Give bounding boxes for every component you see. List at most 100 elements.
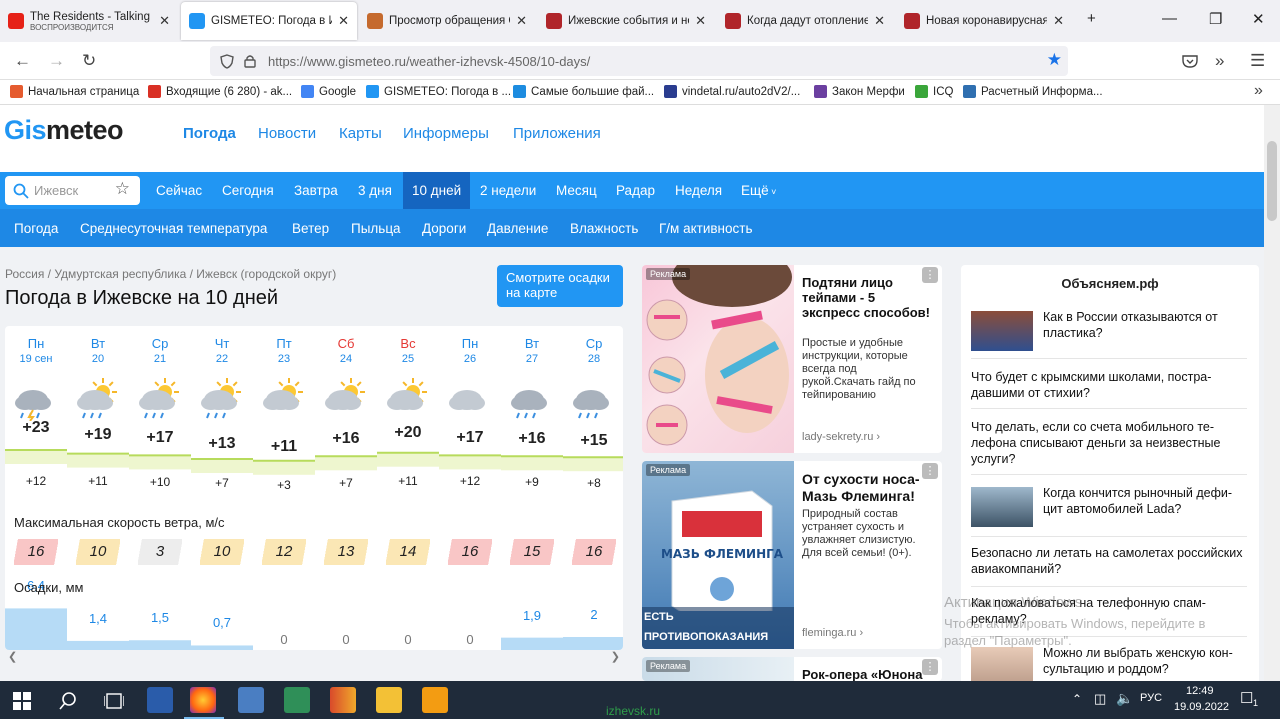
browser-tab[interactable]: Ижевские события и но ✕ <box>538 2 714 40</box>
pocket-icon[interactable] <box>1182 54 1198 68</box>
clock-time[interactable]: 12:49 <box>1186 685 1214 697</box>
start-windows-icon[interactable] <box>13 692 31 710</box>
app-icon[interactable] <box>422 687 448 713</box>
browser-tab[interactable]: Когда дадут отопление ✕ <box>717 2 893 40</box>
bookmark-item[interactable]: Входящие (6 280) - ak... <box>148 85 292 98</box>
scroll-left-icon[interactable]: ❮ <box>8 650 17 663</box>
firefox-icon[interactable] <box>190 687 216 713</box>
search-taskbar-icon[interactable] <box>59 692 77 710</box>
maximize-button[interactable]: ❐ <box>1209 10 1222 28</box>
site-nav-item[interactable]: Новости <box>258 125 316 142</box>
browser-tab[interactable]: Новая коронавирусная ✕ <box>896 2 1072 40</box>
news-item[interactable]: Когда кончится рыночный дефи­цит автомоб… <box>971 485 1247 537</box>
new-tab-button[interactable]: + <box>1087 10 1096 27</box>
city-search-input[interactable]: Ижевск ☆ <box>5 176 140 205</box>
ad-card-opera[interactable]: Реклама ⋮ Рок-опера «Юнона <box>642 657 942 681</box>
period-tab[interactable]: 10 дней <box>403 172 471 209</box>
shield-icon[interactable] <box>220 54 234 69</box>
browser-tab[interactable]: The Residents - Talking L ВОСПРОИЗВОДИТСЯ… <box>0 2 178 40</box>
scrollbar-thumb[interactable] <box>1267 141 1277 221</box>
period-tab[interactable]: 3 дня <box>358 183 392 198</box>
url-text[interactable]: https://www.gismeteo.ru/weather-izhevsk-… <box>268 54 590 69</box>
close-tab-icon[interactable]: ✕ <box>695 13 706 29</box>
language-indicator[interactable]: РУС <box>1140 692 1162 704</box>
task-view-icon[interactable] <box>104 693 124 709</box>
bookmark-item[interactable]: Закон Мерфи <box>814 85 905 98</box>
ad-card-fleming[interactable]: МАЗЬ ФЛЕМИНГА ЕСТЬ ПРОТИВОПОКАЗАНИЯ ПОСО… <box>642 461 942 649</box>
ad-title[interactable]: Рок-опера «Юнона <box>802 667 934 681</box>
radar-map-button[interactable]: Смотрите осадки на карте <box>497 265 623 307</box>
ad-title[interactable]: От сухости носа- Мазь Флеминга! <box>802 471 934 505</box>
favorite-star-icon[interactable]: ☆ <box>115 179 130 199</box>
gismeteo-logo[interactable]: Gismeteo <box>4 115 124 146</box>
bookmark-item[interactable]: vindetal.ru/auto2dV2/... <box>664 85 800 98</box>
scroll-right-icon[interactable]: ❯ <box>611 650 620 663</box>
close-tab-icon[interactable]: ✕ <box>159 13 170 29</box>
ad-source[interactable]: lady-sekrety.ru › <box>802 431 880 443</box>
bookmark-item[interactable]: Расчетный Информа... <box>963 85 1103 98</box>
period-tab[interactable]: Сейчас <box>156 183 202 198</box>
subnav-item[interactable]: Ветер <box>292 221 329 236</box>
subnav-item[interactable]: Погода <box>14 221 58 236</box>
clock-date[interactable]: 19.09.2022 <box>1174 701 1229 713</box>
bookmarks-overflow-icon[interactable]: » <box>1254 82 1263 100</box>
network-icon[interactable]: ◫ <box>1094 691 1106 707</box>
bookmark-item[interactable]: Google <box>301 85 356 98</box>
save-app-icon[interactable] <box>147 687 173 713</box>
site-nav-item[interactable]: Карты <box>339 125 382 142</box>
close-window-button[interactable]: ✕ <box>1252 10 1265 28</box>
ad-card-tapes[interactable]: Реклама ⋮ Подтяни лицо тейпами - 5 экспр… <box>642 265 942 453</box>
subnav-item[interactable]: Г/м активность <box>659 221 753 236</box>
close-tab-icon[interactable]: ✕ <box>516 13 527 29</box>
subnav-item[interactable]: Пыльца <box>351 221 401 236</box>
browser-tab[interactable]: GISMETEO: Погода в Иж ✕ <box>181 2 357 40</box>
lock-icon[interactable] <box>244 54 256 68</box>
site-nav-item[interactable]: Информеры <box>403 125 489 142</box>
subnav-item[interactable]: Давление <box>487 221 548 236</box>
volume-icon[interactable]: 🔈 <box>1116 690 1133 707</box>
period-tab[interactable]: Месяц <box>556 183 597 198</box>
reload-icon[interactable]: ↻ <box>82 51 96 71</box>
menu-icon[interactable]: ☰ <box>1250 51 1265 71</box>
breadcrumb[interactable]: Россия / Удмуртская республика / Ижевск … <box>5 267 336 281</box>
period-tab[interactable]: Неделя <box>675 183 722 198</box>
subnav-item[interactable]: Среднесуточная температура <box>80 221 267 236</box>
close-tab-icon[interactable]: ✕ <box>1053 13 1064 29</box>
tray-expand-icon[interactable]: ⌃ <box>1072 692 1082 706</box>
close-tab-icon[interactable]: ✕ <box>338 13 349 29</box>
notifications-icon[interactable]: ☐ <box>1240 689 1253 707</box>
news-item[interactable]: Безопасно ли летать на самолетах россий­… <box>971 545 1247 587</box>
calculator-icon[interactable] <box>238 687 264 713</box>
extensions-overflow-icon[interactable]: » <box>1215 51 1224 71</box>
period-tab[interactable]: Завтра <box>294 183 338 198</box>
close-tab-icon[interactable]: ✕ <box>874 13 885 29</box>
video-app-icon[interactable] <box>330 687 356 713</box>
period-tab[interactable]: Ещё ˅ <box>741 183 776 198</box>
news-item[interactable]: Что делать, если со счета мобильного те­… <box>971 419 1247 475</box>
bookmark-star-icon[interactable]: ★ <box>1047 50 1062 70</box>
subnav-item[interactable]: Дороги <box>422 221 466 236</box>
bookmark-item[interactable]: GISMETEO: Погода в ... <box>366 85 511 98</box>
news-item[interactable]: Можно ли выбрать женскую кон­сультацию и… <box>971 645 1247 685</box>
site-nav-item[interactable]: Погода <box>183 125 236 142</box>
forecast-scroll[interactable]: ❮ ❯ <box>5 650 623 664</box>
explain-title[interactable]: Объясняем.рф <box>961 276 1259 291</box>
bookmark-item[interactable]: ICQ <box>915 85 953 98</box>
page-scrollbar[interactable] <box>1264 105 1280 685</box>
address-bar[interactable]: https://www.gismeteo.ru/weather-izhevsk-… <box>210 46 1068 76</box>
bookmark-item[interactable]: Начальная страница <box>10 85 139 98</box>
subnav-item[interactable]: Влажность <box>570 221 638 236</box>
forward-icon[interactable]: → <box>48 51 65 71</box>
media-player-icon[interactable] <box>284 687 310 713</box>
minimize-button[interactable]: — <box>1162 10 1177 27</box>
file-explorer-icon[interactable] <box>376 687 402 713</box>
ad-source[interactable]: fleminga.ru › <box>802 627 863 639</box>
period-tab[interactable]: Радар <box>616 183 655 198</box>
bookmark-item[interactable]: Самые большие фай... <box>513 85 654 98</box>
period-tab[interactable]: 2 недели <box>480 183 536 198</box>
news-item[interactable]: Как в России отказываются от пластика? <box>971 309 1247 359</box>
back-icon[interactable]: ← <box>14 51 31 71</box>
period-tab[interactable]: Сегодня <box>222 183 274 198</box>
browser-tab[interactable]: Просмотр обращения С ✕ <box>359 2 535 40</box>
news-item[interactable]: Что будет с крымскими школами, постра­да… <box>971 369 1247 409</box>
